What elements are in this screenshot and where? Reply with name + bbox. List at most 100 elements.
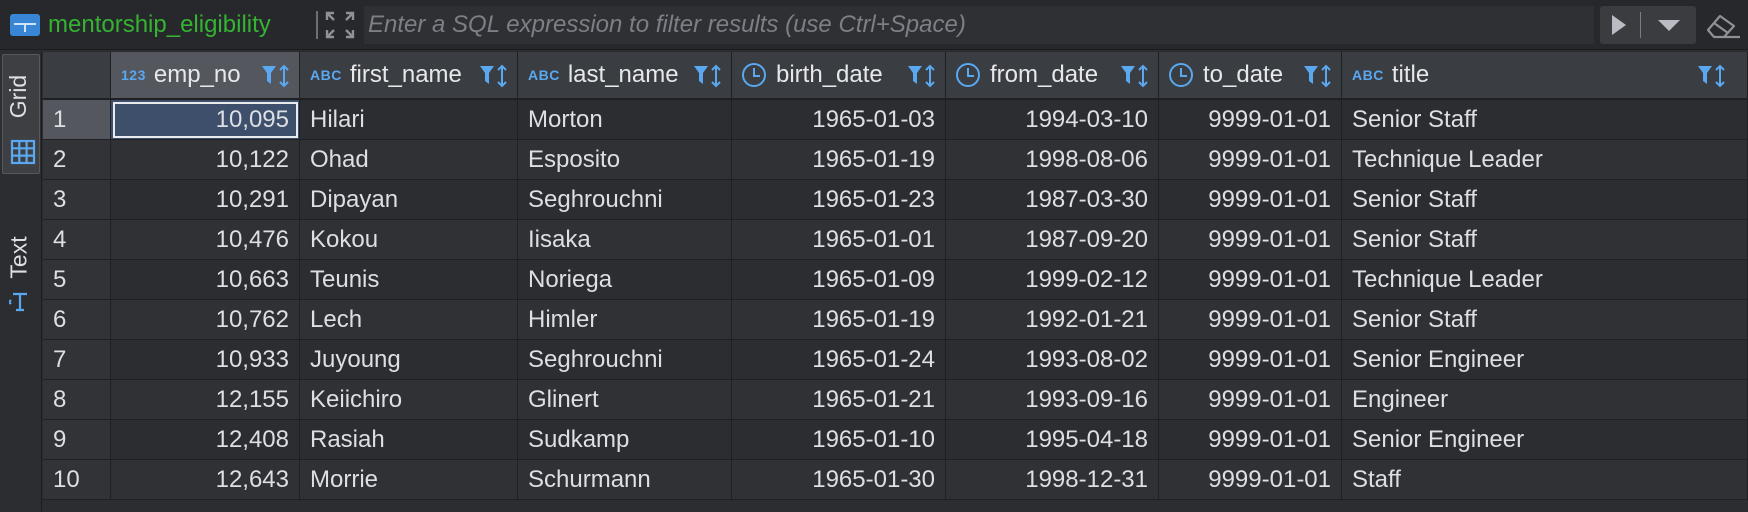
table-row[interactable]: 9 12,408 Rasiah Sudkamp 1965-01-10 1995-…: [43, 420, 1748, 460]
cell-title[interactable]: Senior Engineer: [1342, 340, 1748, 380]
cell-title[interactable]: Senior Staff: [1342, 300, 1748, 340]
row-number[interactable]: 3: [43, 180, 111, 220]
column-header-emp-no[interactable]: 123 emp_no: [111, 52, 300, 100]
cell-title[interactable]: Senior Engineer: [1342, 420, 1748, 460]
eraser-icon[interactable]: [1702, 10, 1742, 40]
cell-birth-date[interactable]: 1965-01-30: [732, 460, 946, 500]
cell-first-name[interactable]: Dipayan: [300, 180, 518, 220]
filter-history-dropdown-icon[interactable]: [1658, 20, 1680, 31]
cell-emp-no[interactable]: 10,291: [111, 180, 300, 220]
filter-sort-icon[interactable]: [693, 64, 723, 88]
table-row[interactable]: 2 10,122 Ohad Esposito 1965-01-19 1998-0…: [43, 140, 1748, 180]
row-number[interactable]: 4: [43, 220, 111, 260]
cell-birth-date[interactable]: 1965-01-01: [732, 220, 946, 260]
row-number[interactable]: 10: [43, 460, 111, 500]
cell-from-date[interactable]: 1998-08-06: [946, 140, 1159, 180]
cell-last-name[interactable]: Seghrouchni: [518, 180, 732, 220]
cell-birth-date[interactable]: 1965-01-03: [732, 100, 946, 140]
apply-filter-icon[interactable]: [1612, 15, 1626, 35]
table-tab[interactable]: mentorship_eligibility: [0, 0, 314, 50]
cell-to-date[interactable]: 9999-01-01: [1159, 460, 1342, 500]
cell-emp-no[interactable]: 10,476: [111, 220, 300, 260]
cell-from-date[interactable]: 1992-01-21: [946, 300, 1159, 340]
cell-emp-no[interactable]: 10,762: [111, 300, 300, 340]
table-row[interactable]: 10 12,643 Morrie Schurmann 1965-01-30 19…: [43, 460, 1748, 500]
cell-emp-no[interactable]: 10,933: [111, 340, 300, 380]
cell-title[interactable]: Senior Staff: [1342, 100, 1748, 140]
text-view-icon[interactable]: [9, 288, 31, 314]
cell-last-name[interactable]: Sudkamp: [518, 420, 732, 460]
filter-sort-icon[interactable]: [1697, 64, 1727, 88]
sql-filter-input[interactable]: [364, 6, 1594, 44]
expand-icon[interactable]: [324, 10, 356, 40]
cell-to-date[interactable]: 9999-01-01: [1159, 340, 1342, 380]
cell-emp-no[interactable]: 12,408: [111, 420, 300, 460]
cell-to-date[interactable]: 9999-01-01: [1159, 180, 1342, 220]
table-row[interactable]: 4 10,476 Kokou Iisaka 1965-01-01 1987-09…: [43, 220, 1748, 260]
cell-first-name[interactable]: Kokou: [300, 220, 518, 260]
filter-sort-icon[interactable]: [261, 64, 291, 88]
column-header-from-date[interactable]: from_date: [946, 52, 1159, 100]
cell-last-name[interactable]: Glinert: [518, 380, 732, 420]
cell-from-date[interactable]: 1993-08-02: [946, 340, 1159, 380]
cell-to-date[interactable]: 9999-01-01: [1159, 260, 1342, 300]
filter-sort-icon[interactable]: [1303, 64, 1333, 88]
cell-from-date[interactable]: 1987-09-20: [946, 220, 1159, 260]
column-header-last-name[interactable]: ABC last_name: [518, 52, 732, 100]
cell-from-date[interactable]: 1994-03-10: [946, 100, 1159, 140]
cell-last-name[interactable]: Schurmann: [518, 460, 732, 500]
cell-birth-date[interactable]: 1965-01-10: [732, 420, 946, 460]
cell-to-date[interactable]: 9999-01-01: [1159, 420, 1342, 460]
grid-view-tab[interactable]: Grid: [2, 54, 40, 174]
table-row[interactable]: 8 12,155 Keiichiro Glinert 1965-01-21 19…: [43, 380, 1748, 420]
filter-sort-icon[interactable]: [907, 64, 937, 88]
cell-title[interactable]: Staff: [1342, 460, 1748, 500]
cell-birth-date[interactable]: 1965-01-09: [732, 260, 946, 300]
cell-last-name[interactable]: Seghrouchni: [518, 340, 732, 380]
table-row[interactable]: 6 10,762 Lech Himler 1965-01-19 1992-01-…: [43, 300, 1748, 340]
filter-sort-icon[interactable]: [479, 64, 509, 88]
cell-last-name[interactable]: Morton: [518, 100, 732, 140]
cell-last-name[interactable]: Noriega: [518, 260, 732, 300]
column-header-to-date[interactable]: to_date: [1159, 52, 1342, 100]
cell-from-date[interactable]: 1993-09-16: [946, 380, 1159, 420]
cell-birth-date[interactable]: 1965-01-23: [732, 180, 946, 220]
table-row[interactable]: 1 10,095 Hilari Morton 1965-01-03 1994-0…: [43, 100, 1748, 140]
cell-birth-date[interactable]: 1965-01-24: [732, 340, 946, 380]
cell-emp-no[interactable]: 12,155: [111, 380, 300, 420]
cell-from-date[interactable]: 1987-03-30: [946, 180, 1159, 220]
cell-from-date[interactable]: 1998-12-31: [946, 460, 1159, 500]
cell-first-name[interactable]: Keiichiro: [300, 380, 518, 420]
cell-birth-date[interactable]: 1965-01-19: [732, 300, 946, 340]
cell-birth-date[interactable]: 1965-01-21: [732, 380, 946, 420]
cell-from-date[interactable]: 1995-04-18: [946, 420, 1159, 460]
cell-last-name[interactable]: Iisaka: [518, 220, 732, 260]
row-number[interactable]: 1: [43, 100, 111, 140]
cell-to-date[interactable]: 9999-01-01: [1159, 140, 1342, 180]
cell-title[interactable]: Technique Leader: [1342, 140, 1748, 180]
cell-last-name[interactable]: Esposito: [518, 140, 732, 180]
cell-first-name[interactable]: Lech: [300, 300, 518, 340]
table-row[interactable]: 7 10,933 Juyoung Seghrouchni 1965-01-24 …: [43, 340, 1748, 380]
cell-emp-no[interactable]: 10,663: [111, 260, 300, 300]
cell-first-name[interactable]: Teunis: [300, 260, 518, 300]
grid-corner-header[interactable]: [43, 52, 111, 100]
cell-emp-no[interactable]: 12,643: [111, 460, 300, 500]
cell-to-date[interactable]: 9999-01-01: [1159, 220, 1342, 260]
cell-title[interactable]: Senior Staff: [1342, 180, 1748, 220]
cell-to-date[interactable]: 9999-01-01: [1159, 380, 1342, 420]
table-row[interactable]: 5 10,663 Teunis Noriega 1965-01-09 1999-…: [43, 260, 1748, 300]
row-number[interactable]: 5: [43, 260, 111, 300]
column-header-first-name[interactable]: ABC first_name: [300, 52, 518, 100]
row-number[interactable]: 2: [43, 140, 111, 180]
table-row[interactable]: 3 10,291 Dipayan Seghrouchni 1965-01-23 …: [43, 180, 1748, 220]
cell-emp-no[interactable]: 10,122: [111, 140, 300, 180]
row-number[interactable]: 9: [43, 420, 111, 460]
cell-emp-no[interactable]: 10,095: [111, 100, 300, 140]
row-number[interactable]: 6: [43, 300, 111, 340]
cell-first-name[interactable]: Hilari: [300, 100, 518, 140]
cell-to-date[interactable]: 9999-01-01: [1159, 100, 1342, 140]
cell-title[interactable]: Senior Staff: [1342, 220, 1748, 260]
cell-title[interactable]: Technique Leader: [1342, 260, 1748, 300]
text-view-label[interactable]: Text: [6, 236, 33, 278]
